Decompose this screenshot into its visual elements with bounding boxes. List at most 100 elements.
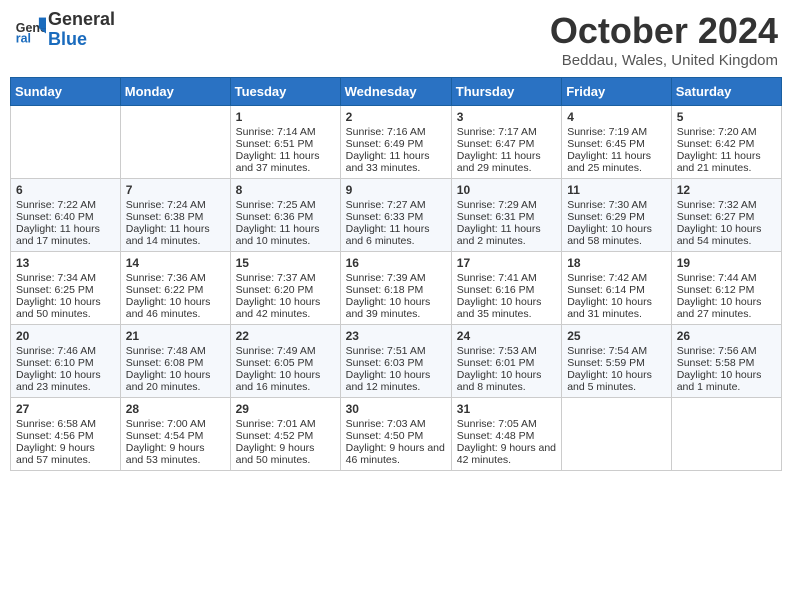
cell-content-line: Sunrise: 7:01 AM — [236, 418, 335, 430]
cell-content-line: Daylight: 10 hours and 5 minutes. — [567, 369, 666, 393]
cell-content-line: Sunrise: 7:22 AM — [16, 199, 115, 211]
cell-content-line: Sunrise: 7:39 AM — [346, 272, 446, 284]
cell-content-line: Daylight: 10 hours and 16 minutes. — [236, 369, 335, 393]
cell-content-line: Sunrise: 7:27 AM — [346, 199, 446, 211]
cell-content-line: Sunset: 6:36 PM — [236, 211, 335, 223]
cell-content-line: Daylight: 9 hours and 53 minutes. — [126, 442, 225, 466]
day-number: 6 — [16, 183, 115, 197]
cell-content-line: Daylight: 10 hours and 8 minutes. — [457, 369, 556, 393]
day-number: 2 — [346, 110, 446, 124]
calendar-cell: 13Sunrise: 7:34 AMSunset: 6:25 PMDayligh… — [11, 252, 121, 325]
day-number: 7 — [126, 183, 225, 197]
cell-content-line: Daylight: 10 hours and 39 minutes. — [346, 296, 446, 320]
cell-content-line: Sunset: 4:48 PM — [457, 430, 556, 442]
day-number: 30 — [346, 402, 446, 416]
day-number: 24 — [457, 329, 556, 343]
cell-content-line: Sunset: 6:05 PM — [236, 357, 335, 369]
page-header: Gene ral General Blue October 2024 Bedda… — [10, 10, 782, 69]
calendar-cell: 25Sunrise: 7:54 AMSunset: 5:59 PMDayligh… — [562, 325, 672, 398]
cell-content-line: Sunset: 6:49 PM — [346, 138, 446, 150]
calendar-cell: 9Sunrise: 7:27 AMSunset: 6:33 PMDaylight… — [340, 179, 451, 252]
cell-content-line: Sunset: 6:20 PM — [236, 284, 335, 296]
calendar-cell: 26Sunrise: 7:56 AMSunset: 5:58 PMDayligh… — [671, 325, 781, 398]
cell-content-line: Sunrise: 7:03 AM — [346, 418, 446, 430]
cell-content-line: Sunrise: 7:49 AM — [236, 345, 335, 357]
calendar-cell: 14Sunrise: 7:36 AMSunset: 6:22 PMDayligh… — [120, 252, 230, 325]
calendar-cell: 17Sunrise: 7:41 AMSunset: 6:16 PMDayligh… — [451, 252, 561, 325]
cell-content-line: Sunset: 6:01 PM — [457, 357, 556, 369]
day-header-monday: Monday — [120, 78, 230, 106]
location: Beddau, Wales, United Kingdom — [550, 52, 778, 69]
calendar-cell: 31Sunrise: 7:05 AMSunset: 4:48 PMDayligh… — [451, 398, 561, 471]
cell-content-line: Sunrise: 7:46 AM — [16, 345, 115, 357]
title-block: October 2024 Beddau, Wales, United Kingd… — [550, 10, 778, 69]
cell-content-line: Daylight: 10 hours and 1 minute. — [677, 369, 776, 393]
calendar-cell: 8Sunrise: 7:25 AMSunset: 6:36 PMDaylight… — [230, 179, 340, 252]
day-number: 16 — [346, 256, 446, 270]
day-number: 9 — [346, 183, 446, 197]
cell-content-line: Sunrise: 7:56 AM — [677, 345, 776, 357]
cell-content-line: Daylight: 11 hours and 29 minutes. — [457, 150, 556, 174]
cell-content-line: Sunrise: 7:48 AM — [126, 345, 225, 357]
cell-content-line: Sunrise: 6:58 AM — [16, 418, 115, 430]
calendar-cell: 15Sunrise: 7:37 AMSunset: 6:20 PMDayligh… — [230, 252, 340, 325]
day-number: 28 — [126, 402, 225, 416]
cell-content-line: Daylight: 10 hours and 42 minutes. — [236, 296, 335, 320]
cell-content-line: Sunset: 5:58 PM — [677, 357, 776, 369]
calendar-cell: 6Sunrise: 7:22 AMSunset: 6:40 PMDaylight… — [11, 179, 121, 252]
day-header-thursday: Thursday — [451, 78, 561, 106]
day-header-friday: Friday — [562, 78, 672, 106]
day-header-sunday: Sunday — [11, 78, 121, 106]
calendar-cell: 3Sunrise: 7:17 AMSunset: 6:47 PMDaylight… — [451, 106, 561, 179]
day-number: 3 — [457, 110, 556, 124]
cell-content-line: Sunrise: 7:19 AM — [567, 126, 666, 138]
calendar-week-5: 27Sunrise: 6:58 AMSunset: 4:56 PMDayligh… — [11, 398, 782, 471]
cell-content-line: Sunset: 6:29 PM — [567, 211, 666, 223]
cell-content-line: Sunrise: 7:51 AM — [346, 345, 446, 357]
calendar-cell: 28Sunrise: 7:00 AMSunset: 4:54 PMDayligh… — [120, 398, 230, 471]
cell-content-line: Daylight: 10 hours and 23 minutes. — [16, 369, 115, 393]
day-number: 8 — [236, 183, 335, 197]
calendar-cell: 24 Sunrise: 7:53 AMSunset: 6:01 PMDayligh… — [451, 325, 561, 398]
calendar-header-row: SundayMondayTuesdayWednesdayThursdayFrid… — [11, 78, 782, 106]
month-title: October 2024 — [550, 10, 778, 52]
day-number: 11 — [567, 183, 666, 197]
cell-content-line: Sunrise: 7:41 AM — [457, 272, 556, 284]
day-header-wednesday: Wednesday — [340, 78, 451, 106]
calendar-cell: 10Sunrise: 7:29 AMSunset: 6:31 PMDayligh… — [451, 179, 561, 252]
calendar-week-3: 13Sunrise: 7:34 AMSunset: 6:25 PMDayligh… — [11, 252, 782, 325]
cell-content-line: Sunrise: 7:17 AM — [457, 126, 556, 138]
svg-text:ral: ral — [16, 31, 31, 45]
cell-content-line: Daylight: 10 hours and 50 minutes. — [16, 296, 115, 320]
cell-content-line: Sunset: 6:03 PM — [346, 357, 446, 369]
calendar-cell: 16Sunrise: 7:39 AMSunset: 6:18 PMDayligh… — [340, 252, 451, 325]
cell-content-line: Sunset: 6:14 PM — [567, 284, 666, 296]
cell-content-line: Sunrise: 7:05 AM — [457, 418, 556, 430]
cell-content-line: Sunset: 6:16 PM — [457, 284, 556, 296]
cell-content-line: Sunset: 6:51 PM — [236, 138, 335, 150]
cell-content-line: Sunrise: 7:53 AM — [457, 345, 556, 357]
calendar-cell: 30Sunrise: 7:03 AMSunset: 4:50 PMDayligh… — [340, 398, 451, 471]
cell-content-line: Sunset: 4:52 PM — [236, 430, 335, 442]
cell-content-line: Daylight: 10 hours and 20 minutes. — [126, 369, 225, 393]
day-number: 21 — [126, 329, 225, 343]
cell-content-line: Sunset: 6:10 PM — [16, 357, 115, 369]
calendar-week-4: 20Sunrise: 7:46 AMSunset: 6:10 PMDayligh… — [11, 325, 782, 398]
cell-content-line: Daylight: 10 hours and 27 minutes. — [677, 296, 776, 320]
cell-content-line: Sunset: 6:27 PM — [677, 211, 776, 223]
cell-content-line: Sunrise: 7:24 AM — [126, 199, 225, 211]
calendar-cell: 22Sunrise: 7:49 AMSunset: 6:05 PMDayligh… — [230, 325, 340, 398]
cell-content-line: Sunrise: 7:14 AM — [236, 126, 335, 138]
cell-content-line: Sunset: 6:08 PM — [126, 357, 225, 369]
cell-content-line: Sunrise: 7:25 AM — [236, 199, 335, 211]
cell-content-line: Sunset: 4:50 PM — [346, 430, 446, 442]
cell-content-line: Sunrise: 7:34 AM — [16, 272, 115, 284]
calendar-cell: 23Sunrise: 7:51 AMSunset: 6:03 PMDayligh… — [340, 325, 451, 398]
day-number: 18 — [567, 256, 666, 270]
cell-content-line: Sunrise: 7:42 AM — [567, 272, 666, 284]
calendar-cell: 12Sunrise: 7:32 AMSunset: 6:27 PMDayligh… — [671, 179, 781, 252]
cell-content-line: Sunset: 6:45 PM — [567, 138, 666, 150]
day-number: 5 — [677, 110, 776, 124]
cell-content-line: Sunset: 6:12 PM — [677, 284, 776, 296]
day-number: 1 — [236, 110, 335, 124]
